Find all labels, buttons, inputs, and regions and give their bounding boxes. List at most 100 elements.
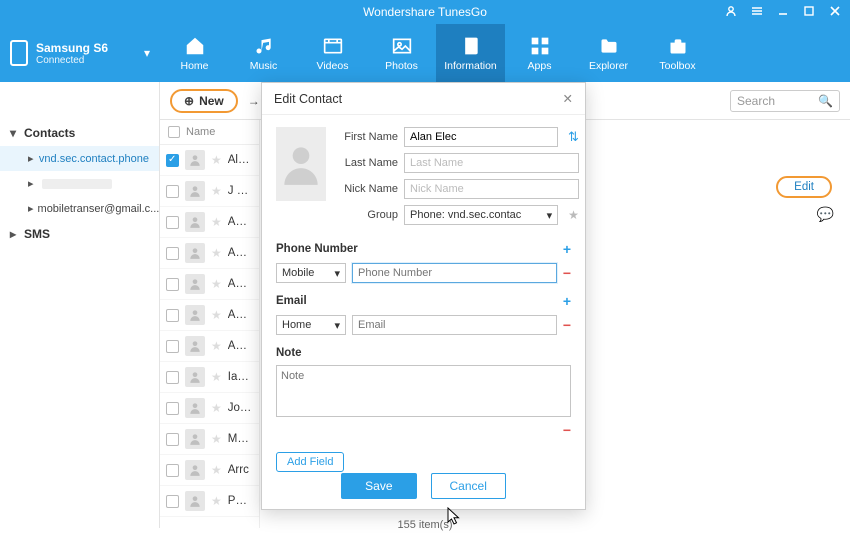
row-checkbox[interactable] xyxy=(166,464,179,477)
star-icon[interactable]: ★ xyxy=(211,401,222,415)
star-icon[interactable]: ★ xyxy=(211,153,222,167)
remove-email-icon[interactable]: − xyxy=(563,317,571,333)
row-checkbox[interactable] xyxy=(166,402,179,415)
star-icon[interactable]: ★ xyxy=(211,339,222,353)
nav-information[interactable]: Information xyxy=(436,24,505,82)
device-selector[interactable]: Samsung S6 Connected ▾ xyxy=(0,24,160,82)
phone-type-select[interactable]: Mobile▾ xyxy=(276,263,346,283)
row-checkbox[interactable] xyxy=(166,247,179,260)
list-item[interactable]: ★ Andy,M xyxy=(160,238,259,269)
row-checkbox[interactable] xyxy=(166,371,179,384)
list-item[interactable]: ★ J n Alan Elec xyxy=(160,176,259,207)
row-checkbox[interactable] xyxy=(166,216,179,229)
row-checkbox[interactable] xyxy=(166,433,179,446)
nav-photos[interactable]: Photos xyxy=(367,24,436,82)
first-name-label: First Name xyxy=(336,131,398,143)
star-icon[interactable]: ★ xyxy=(211,277,222,291)
nav-music[interactable]: Music xyxy=(229,24,298,82)
email-type-select[interactable]: Home▾ xyxy=(276,315,346,335)
list-item[interactable]: ★ John Arm xyxy=(160,393,259,424)
avatar-placeholder[interactable] xyxy=(276,127,326,201)
user-icon[interactable] xyxy=(720,0,742,22)
swap-icon[interactable]: ⇅ xyxy=(568,129,579,145)
maximize-icon[interactable] xyxy=(798,0,820,22)
message-icon[interactable]: 💬 xyxy=(817,206,834,223)
email-input[interactable] xyxy=(352,315,557,335)
tree-account-2[interactable]: ▸mobiletranser@gmail.c... xyxy=(0,196,159,221)
close-icon[interactable]: ✕ xyxy=(563,91,573,106)
remove-phone-icon[interactable]: − xyxy=(563,265,571,281)
star-icon[interactable]: ★ xyxy=(568,208,579,222)
list-item[interactable]: ★ Ian Armit xyxy=(160,362,259,393)
note-section: Note xyxy=(276,347,571,359)
tree-account-0[interactable]: ▸vnd.sec.contact.phone xyxy=(0,146,159,171)
row-checkbox[interactable] xyxy=(166,309,179,322)
list-item[interactable]: ★ Answer ph xyxy=(160,300,259,331)
tree-contacts[interactable]: ▾Contacts xyxy=(0,120,159,146)
list-header[interactable]: Name xyxy=(160,120,259,145)
contact-name: J n Alan Elec xyxy=(228,185,253,197)
cancel-button[interactable]: Cancel xyxy=(431,473,506,499)
nav-apps[interactable]: Apps xyxy=(505,24,574,82)
avatar xyxy=(185,336,205,356)
list-item[interactable]: ★ Anthony H xyxy=(160,331,259,362)
remove-note-icon[interactable]: − xyxy=(563,422,571,438)
nick-name-input[interactable] xyxy=(404,179,579,199)
list-item[interactable]: ★ Anita xyxy=(160,269,259,300)
tree-sms[interactable]: ▸ SMS xyxy=(0,221,159,247)
menu-icon[interactable] xyxy=(746,0,768,22)
plus-icon: ⊕ xyxy=(184,94,194,108)
star-icon[interactable]: ★ xyxy=(211,246,222,260)
search-input[interactable]: Search 🔍 xyxy=(730,90,840,112)
tree-account-1[interactable]: ▸ xyxy=(0,171,159,196)
contact-name: Mark Arm xyxy=(228,433,253,445)
nav-videos[interactable]: Videos xyxy=(298,24,367,82)
select-all-checkbox[interactable] xyxy=(168,126,180,138)
add-email-icon[interactable]: + xyxy=(563,293,571,309)
contact-name: Alan Elec xyxy=(228,154,253,166)
nav-toolbox[interactable]: Toolbox xyxy=(643,24,712,82)
star-icon[interactable]: ★ xyxy=(211,432,222,446)
star-icon[interactable]: ★ xyxy=(211,215,222,229)
folder-icon xyxy=(598,35,620,57)
row-checkbox[interactable] xyxy=(166,185,179,198)
add-field-button[interactable]: Add Field xyxy=(276,452,344,472)
nav-label: Apps xyxy=(528,60,552,72)
toolbox-icon xyxy=(667,35,689,57)
phone-input[interactable] xyxy=(352,263,557,283)
row-checkbox[interactable] xyxy=(166,495,179,508)
list-item[interactable]: ★ Mark Arm xyxy=(160,424,259,455)
nav-home[interactable]: Home xyxy=(160,24,229,82)
add-phone-icon[interactable]: + xyxy=(563,241,571,257)
minimize-icon[interactable] xyxy=(772,0,794,22)
avatar xyxy=(185,305,205,325)
email-section-label: Email xyxy=(276,295,307,307)
contact-name: Ian Armit xyxy=(228,371,253,383)
row-checkbox[interactable] xyxy=(166,278,179,291)
close-icon[interactable] xyxy=(824,0,846,22)
group-select[interactable]: Phone: vnd.sec.contac▾ xyxy=(404,205,558,225)
new-button[interactable]: ⊕ New xyxy=(170,89,238,113)
main-nav: Home Music Videos Photos Information App… xyxy=(160,24,712,82)
list-item[interactable]: ★ Arrc xyxy=(160,455,259,486)
nav-explorer[interactable]: Explorer xyxy=(574,24,643,82)
list-item[interactable]: ★ Peter Bar xyxy=(160,486,259,517)
star-icon[interactable]: ★ xyxy=(211,308,222,322)
star-icon[interactable]: ★ xyxy=(211,184,222,198)
row-checkbox[interactable] xyxy=(166,154,179,167)
list-item[interactable]: ★ Amanda xyxy=(160,207,259,238)
arrow-right-icon: → xyxy=(248,94,260,108)
star-icon[interactable]: ★ xyxy=(211,370,222,384)
last-name-input[interactable] xyxy=(404,153,579,173)
star-icon[interactable]: ★ xyxy=(211,494,222,508)
first-name-input[interactable] xyxy=(404,127,558,147)
row-checkbox[interactable] xyxy=(166,340,179,353)
edit-button[interactable]: Edit xyxy=(776,176,832,198)
chevron-down-icon: ▾ xyxy=(10,126,20,140)
list-item[interactable]: ★ Alan Elec xyxy=(160,145,259,176)
star-icon[interactable]: ★ xyxy=(211,463,222,477)
tree-label: SMS xyxy=(24,227,50,241)
note-input[interactable] xyxy=(276,365,571,417)
chevron-right-icon: ▸ xyxy=(10,227,20,241)
save-button[interactable]: Save xyxy=(341,473,416,499)
